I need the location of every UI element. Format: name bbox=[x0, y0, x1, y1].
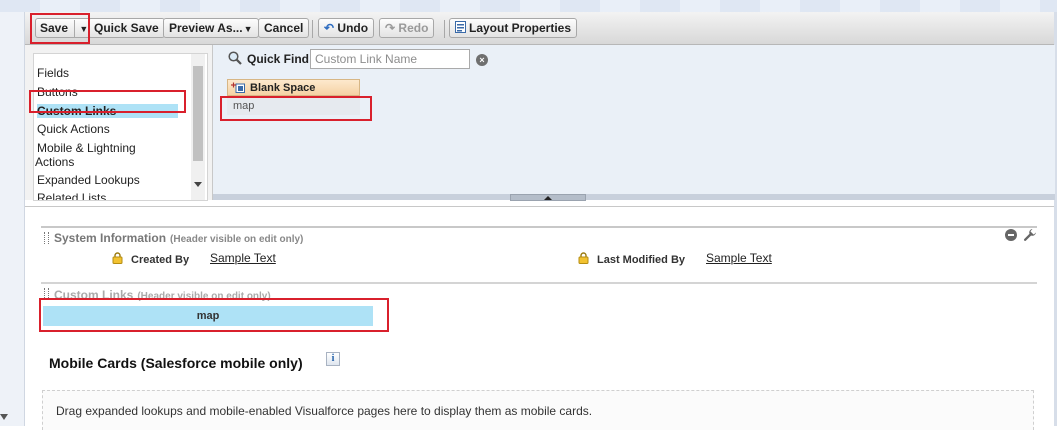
preview-as-label: Preview As... bbox=[169, 21, 243, 35]
palette-items-area: Quick Find × Blank Space map bbox=[212, 45, 1055, 201]
preview-as-button[interactable]: Preview As...▼ bbox=[163, 18, 259, 38]
clear-search-icon[interactable]: × bbox=[476, 54, 488, 66]
chevron-down-icon: ▼ bbox=[243, 24, 253, 34]
category-expanded-lookups[interactable]: Expanded Lookups bbox=[37, 173, 140, 187]
divider bbox=[25, 206, 1054, 207]
undo-label: Undo bbox=[337, 21, 369, 35]
mobile-cards-title: Mobile Cards (Salesforce mobile only) bbox=[49, 355, 303, 371]
highlight-save bbox=[30, 13, 90, 44]
category-quick-actions[interactable]: Quick Actions bbox=[37, 122, 110, 136]
scrollbar-thumb[interactable] bbox=[193, 66, 203, 161]
palette-item-blank-space[interactable]: Blank Space bbox=[227, 79, 360, 96]
quick-find-label: Quick Find bbox=[247, 52, 310, 66]
category-label-line1: Mobile & Lightning bbox=[37, 141, 136, 155]
layout-properties-label: Layout Properties bbox=[469, 21, 572, 35]
created-by-label: Created By bbox=[131, 254, 190, 266]
category-related-lists[interactable]: Related Lists bbox=[37, 191, 106, 200]
section-note: (Header visible on edit only) bbox=[170, 234, 304, 245]
highlight-layout-map bbox=[39, 298, 389, 332]
last-modified-by-value: Sample Text bbox=[706, 251, 772, 265]
category-mobile-lightning-actions[interactable]: Mobile & Lightning Actions bbox=[35, 141, 136, 169]
category-label-line2: Actions bbox=[35, 155, 75, 169]
section-title: System Information (Header visible on edi… bbox=[54, 231, 303, 245]
cancel-button[interactable]: Cancel bbox=[258, 18, 310, 38]
category-scrollbar[interactable] bbox=[191, 54, 205, 200]
lock-icon bbox=[578, 252, 589, 264]
last-modified-by-label: Last Modified By bbox=[597, 254, 686, 266]
section-title-text: System Information bbox=[54, 231, 167, 245]
redo-label: Redo bbox=[398, 21, 429, 35]
quick-find-input[interactable] bbox=[310, 49, 470, 69]
created-by-value: Sample Text bbox=[210, 251, 276, 265]
system-information-section-header[interactable]: System Information (Header visible on edi… bbox=[41, 226, 1037, 248]
scroll-down-arrow-icon[interactable] bbox=[194, 182, 202, 187]
lock-icon bbox=[112, 252, 123, 264]
wrench-icon[interactable] bbox=[1023, 228, 1037, 242]
layout-properties-icon bbox=[455, 21, 466, 33]
toolbar-divider bbox=[312, 20, 313, 38]
toolbar-divider bbox=[444, 20, 445, 38]
search-icon bbox=[228, 51, 242, 65]
collapse-palette-handle[interactable] bbox=[510, 194, 586, 201]
redo-icon: ↷ bbox=[385, 21, 396, 35]
quick-save-button[interactable]: Quick Save bbox=[88, 18, 165, 38]
category-fields[interactable]: Fields bbox=[37, 66, 69, 80]
mobile-cards-drop-text: Drag expanded lookups and mobile-enabled… bbox=[56, 404, 593, 418]
drag-handle-icon[interactable] bbox=[44, 232, 49, 244]
left-scroll-gutter[interactable] bbox=[0, 12, 25, 426]
collapse-up-icon bbox=[544, 196, 552, 200]
palette: Fields Buttons Custom Links Quick Action… bbox=[25, 45, 1055, 201]
scroll-down-icon[interactable] bbox=[0, 414, 8, 420]
remove-section-icon[interactable] bbox=[1005, 229, 1017, 241]
blank-space-icon bbox=[231, 82, 245, 93]
info-icon[interactable]: i bbox=[326, 352, 340, 366]
palette-collapse-bar[interactable] bbox=[213, 194, 1055, 201]
layout-properties-button[interactable]: Layout Properties bbox=[449, 18, 578, 38]
undo-button[interactable]: ↶ Undo bbox=[318, 18, 375, 38]
highlight-custom-links-category bbox=[29, 90, 186, 113]
highlight-palette-map bbox=[220, 96, 372, 121]
palette-category-list: Fields Buttons Custom Links Quick Action… bbox=[33, 53, 208, 201]
undo-icon: ↶ bbox=[324, 21, 335, 35]
redo-button[interactable]: ↷ Redo bbox=[379, 18, 435, 38]
toolbar: Save ▼ Quick Save Preview As...▼ Cancel … bbox=[25, 12, 1054, 45]
mobile-cards-drop-zone[interactable]: Drag expanded lookups and mobile-enabled… bbox=[42, 390, 1034, 430]
blank-space-label: Blank Space bbox=[250, 82, 316, 94]
